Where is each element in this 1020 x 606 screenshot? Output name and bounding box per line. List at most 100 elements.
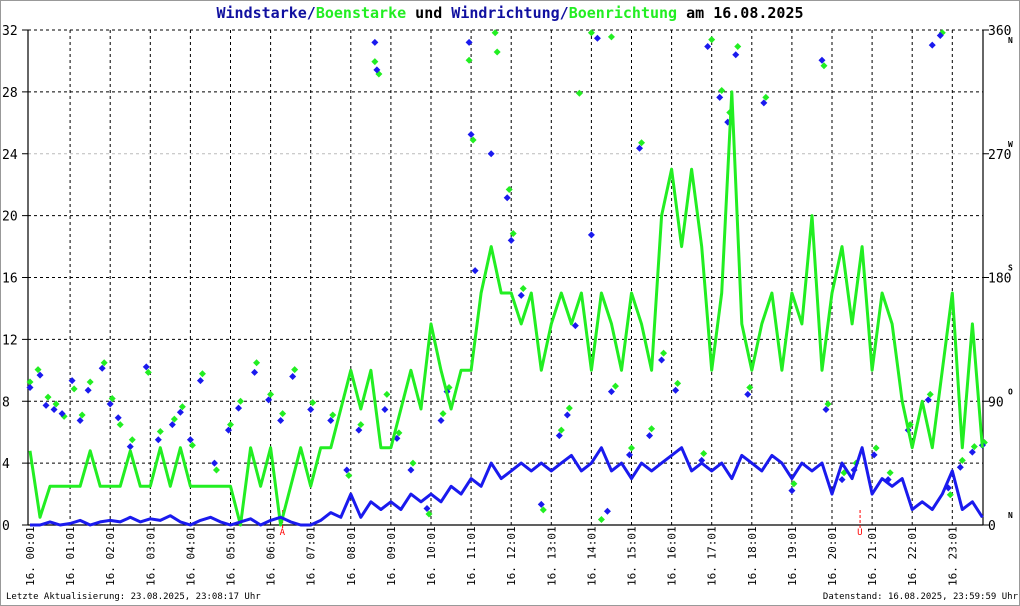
y2-tick-label: 0: [988, 519, 996, 534]
wind-direction-point: [603, 507, 611, 515]
wind-direction-point: [646, 432, 654, 440]
x-tick-label: 16. 05:01: [225, 526, 238, 586]
wind-direction-point: [563, 411, 571, 419]
y2-tick-label: 180: [988, 272, 1011, 287]
x-tick-label: 16. 12:01: [505, 526, 518, 586]
x-tick-label: 16. 08:01: [345, 526, 358, 586]
wind-direction-point: [593, 34, 601, 42]
gust-direction-point: [674, 379, 682, 387]
wind-chart: 32 28 24 20 16 12 8 4 0 16. 00:01 16. 01:01 16. 02:…: [2, 24, 1013, 586]
gust-direction-point: [886, 469, 894, 477]
y2-tick-label: 270: [988, 148, 1011, 163]
gust-direction-point: [439, 410, 447, 418]
y-tick-label: 8: [2, 395, 10, 410]
gust-direction-point: [700, 450, 708, 457]
gust-direction-point: [872, 444, 880, 452]
gust-direction-point: [575, 89, 583, 97]
x-tick-label: 16. 13:01: [545, 526, 558, 586]
gust-direction-point: [237, 397, 245, 405]
gust-direction-point: [279, 410, 287, 418]
x-tick-label: 16. 20:01: [826, 526, 839, 586]
wind-direction-point: [744, 390, 752, 398]
wind-direction-point: [517, 291, 525, 299]
y-tick-label: 28: [2, 86, 18, 101]
gust-direction-point: [493, 48, 501, 56]
event-marker-label: U: [857, 528, 862, 538]
x-tick-label: 16. 06:01: [265, 526, 278, 586]
wind-direction-point: [126, 443, 134, 451]
x-tick-label: 16. 10:01: [425, 526, 438, 586]
x-tick-label: 16. 03:01: [144, 526, 157, 586]
y-tick-label: 12: [2, 333, 18, 348]
wind-direction-point: [487, 150, 495, 158]
x-tick-label: 16. 15:01: [626, 526, 639, 586]
gust-direction-point: [708, 36, 716, 44]
gust-direction-point: [734, 43, 742, 50]
wind-direction-point: [277, 417, 285, 424]
last-update-text: Letzte Aktualisierung: 23.08.2025, 23:08…: [6, 592, 261, 602]
y-tick-label: 24: [2, 148, 18, 163]
gust-direction-point: [128, 436, 136, 444]
x-tick-label: 16. 14:01: [585, 526, 598, 586]
y-tick-label: 32: [2, 24, 18, 39]
wind-direction-point: [437, 417, 445, 424]
x-tick-label: 16. 07:01: [305, 526, 318, 586]
wind-direction-point: [716, 93, 724, 101]
wind-direction-point: [503, 194, 511, 202]
gust-direction-point: [253, 359, 261, 367]
x-tick-label: 16. 01:01: [64, 526, 77, 586]
x-tick-label: 16. 17:01: [706, 526, 719, 586]
gust-direction-point: [70, 385, 78, 393]
x-tick-label: 16. 04:01: [184, 526, 197, 586]
gust-direction-point: [371, 58, 379, 66]
wind-direction-point: [307, 406, 315, 413]
compass-direction-label: W: [1008, 140, 1013, 149]
x-tick-label: 16. 11:01: [465, 526, 478, 586]
gust-direction-point: [198, 370, 206, 378]
x-tick-label: 16. 18:01: [746, 526, 759, 586]
compass-direction-label: N: [1008, 36, 1013, 45]
wind-direction-point: [788, 487, 796, 495]
wind-direction-point: [704, 43, 712, 50]
gust-direction-point: [44, 393, 52, 401]
compass-direction-label: O: [1008, 387, 1013, 396]
wind-direction-point: [381, 406, 389, 413]
gust-direction-point: [519, 285, 527, 292]
compass-direction-label: N: [1008, 511, 1013, 520]
x-tick-label: 16. 19:01: [786, 526, 799, 586]
gust-direction-point: [718, 87, 726, 94]
x-tick-label: 16. 22:01: [906, 526, 919, 586]
wind-speed-line: [30, 446, 984, 527]
gust-direction-point: [86, 378, 94, 386]
wind-direction-point: [507, 236, 515, 244]
gust-direction-point: [116, 421, 124, 429]
wind-direction-point: [471, 267, 479, 275]
wind-direction-point: [210, 459, 218, 467]
wind-direction-point: [289, 373, 297, 380]
gust-direction-point: [597, 516, 605, 523]
gust-direction-point: [660, 349, 668, 357]
gust-direction-point: [291, 366, 299, 374]
x-tick-label: 16. 23:01: [946, 526, 959, 586]
wind-direction-point: [658, 356, 666, 364]
x-tick-label: 16. 21:01: [866, 526, 879, 586]
wind-direction-point: [838, 476, 846, 484]
gust-direction-point: [309, 399, 317, 407]
wind-direction-point: [196, 377, 204, 385]
wind-direction-point: [114, 414, 122, 422]
y-tick-label: 4: [2, 457, 10, 472]
wind-direction-point: [928, 41, 936, 49]
wind-direction-point: [607, 388, 615, 396]
gust-direction-point: [156, 428, 164, 435]
compass-direction-label: S: [1008, 264, 1013, 273]
gust-direction-point: [212, 466, 220, 474]
gust-speed-line: [28, 90, 984, 527]
gust-direction-point: [383, 390, 391, 398]
gust-direction-point: [607, 33, 615, 41]
data-status-text: Datenstand: 16.08.2025, 23:59:59 Uhr: [822, 592, 1018, 602]
wind-direction-point: [371, 38, 379, 46]
y-tick-label: 0: [2, 519, 10, 534]
event-marker-label: A: [280, 528, 286, 538]
x-tick-label: 16. 09:01: [385, 526, 398, 586]
wind-direction-point: [956, 463, 964, 471]
